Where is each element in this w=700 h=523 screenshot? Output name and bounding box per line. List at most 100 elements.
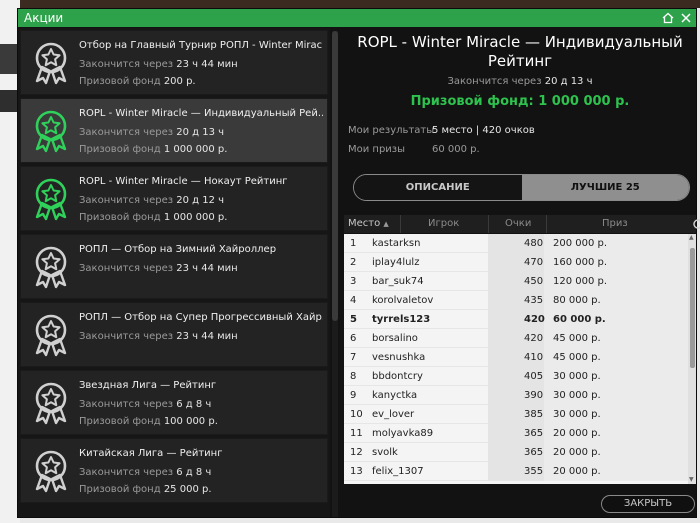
- promotion-prize: Призовой фонд 1 000 000 р.: [79, 212, 227, 223]
- tab-description[interactable]: ОПИСАНИЕ: [354, 175, 522, 200]
- my-prizes-value: 60 000 р.: [432, 144, 480, 155]
- leaderboard-header: Место ▲ Игрок Очки Приз: [344, 215, 700, 233]
- promotions-window: Акции Отбор на Главный Турнир РОПЛ - Win…: [17, 8, 700, 518]
- prize-label: Призовой фонд: [79, 212, 161, 223]
- cell-prize: 30 000 р.: [553, 390, 601, 401]
- column-separator: [488, 215, 489, 233]
- scroll-up-icon[interactable]: ▲: [689, 235, 695, 241]
- promotion-title: РОПЛ — Отбор на Супер Прогрессивный Хайр…: [79, 312, 323, 323]
- prize-value: 1 000 000 р.: [163, 212, 228, 223]
- promotion-ends: Закончится через 20 д 13 ч: [344, 76, 696, 87]
- prize-value: 100 000 р.: [163, 416, 218, 427]
- promotion-card[interactable]: РОПЛ — Отбор на Зимний Хайроллер Закончи…: [20, 234, 328, 299]
- promotion-title: ROPL - Winter Miracle — Индивидуальный Р…: [79, 108, 323, 119]
- cell-points: 410: [524, 352, 544, 363]
- scroll-down-icon[interactable]: ▼: [689, 477, 695, 483]
- window-title: Акции: [24, 11, 64, 25]
- award-ribbon-icon: [29, 245, 73, 289]
- promotion-card[interactable]: ROPL - Winter Miracle — Индивидуальный Р…: [20, 98, 328, 163]
- cell-player: felix_1307: [372, 466, 424, 477]
- my-prizes-label: Мои призы: [348, 144, 406, 155]
- cell-player: bbdontcry: [372, 371, 423, 382]
- promotion-prize: Призовой фонд 25 000 р.: [79, 484, 212, 495]
- close-icon[interactable]: [680, 12, 692, 24]
- table-row[interactable]: 4 korolvaletov 435 80 000 р.: [344, 291, 688, 310]
- close-button[interactable]: ЗАКРЫТЬ: [601, 495, 695, 513]
- prize-value: 25 000 р.: [163, 484, 212, 495]
- cell-prize: 30 000 р.: [553, 409, 601, 420]
- prize-label: Призовой фонд: [79, 484, 161, 495]
- ends-label: Закончится через: [79, 195, 174, 206]
- my-results: Мои результаты 5 место | 420 очков: [348, 125, 535, 136]
- ends-value: 6 д 8 ч: [176, 467, 212, 478]
- table-row[interactable]: 1 kastarksn 480 200 000 р.: [344, 234, 688, 253]
- column-points[interactable]: Очки: [505, 215, 531, 233]
- scrollbar-thumb[interactable]: [332, 31, 338, 321]
- award-ribbon-icon: [29, 449, 73, 493]
- cell-points: 435: [524, 295, 544, 306]
- refresh-icon[interactable]: [692, 218, 700, 230]
- column-place[interactable]: Место ▲: [348, 215, 389, 233]
- scrollbar-thumb[interactable]: [690, 248, 695, 368]
- table-row[interactable]: 13 felix_1307 355 20 000 р.: [344, 462, 688, 481]
- promotion-title: Звездная Лига — Рейтинг: [79, 380, 217, 391]
- cell-place: 5: [350, 314, 357, 325]
- leaderboard-scrollbar[interactable]: ▲ ▼: [688, 234, 696, 484]
- detail-tabs: ОПИСАНИЕ ЛУЧШИЕ 25: [353, 174, 690, 201]
- table-row[interactable]: 11 molyavka89 365 20 000 р.: [344, 424, 688, 443]
- cell-player: kastarksn: [372, 238, 421, 249]
- cell-player: tyrrels123: [372, 314, 431, 325]
- promotion-card[interactable]: РОПЛ — Отбор на Супер Прогрессивный Хайр…: [20, 302, 328, 367]
- cell-place: 3: [350, 276, 357, 287]
- ends-label: Закончится через: [79, 467, 174, 478]
- window-titlebar[interactable]: Акции: [18, 9, 696, 27]
- promotion-ends: Закончится через 20 д 13 ч: [79, 127, 224, 138]
- table-row[interactable]: 5 tyrrels123 420 60 000 р.: [344, 310, 688, 329]
- tab-top-25[interactable]: ЛУЧШИЕ 25: [521, 175, 689, 200]
- column-prize[interactable]: Приз: [602, 215, 628, 233]
- award-ribbon-icon: [29, 313, 73, 357]
- ends-label: Закончится через: [79, 263, 174, 274]
- column-separator: [546, 215, 547, 233]
- my-prizes: Мои призы 60 000 р.: [348, 144, 480, 155]
- cell-place: 2: [350, 257, 357, 268]
- cell-points: 420: [524, 314, 545, 325]
- cell-prize: 80 000 р.: [553, 295, 601, 306]
- prize-label: Призовой фонд: [79, 144, 161, 155]
- award-ribbon-icon: [29, 109, 73, 153]
- cell-prize: 45 000 р.: [553, 352, 601, 363]
- cell-points: 480: [524, 238, 544, 249]
- table-row[interactable]: 9 kanyctka 390 30 000 р.: [344, 386, 688, 405]
- promotion-prize: Призовой фонд 1 000 000 р.: [79, 144, 227, 155]
- cell-player: kanyctka: [372, 390, 418, 401]
- promotion-card[interactable]: Отбор на Главный Турнир РОПЛ - Winter Mi…: [20, 30, 328, 95]
- promotion-prize: Призовой фонд 200 р.: [79, 76, 196, 87]
- home-icon[interactable]: [662, 12, 674, 24]
- promotion-card[interactable]: ROPL - Winter Miracle — Нокаут Рейтинг З…: [20, 166, 328, 231]
- table-row[interactable]: 7 vesnushka 410 45 000 р.: [344, 348, 688, 367]
- column-place-label: Место: [348, 218, 381, 229]
- table-row[interactable]: 12 svolk 365 20 000 р.: [344, 443, 688, 462]
- ends-label: Закончится через: [79, 59, 174, 70]
- ends-label: Закончится через: [79, 127, 174, 138]
- column-separator: [400, 215, 401, 233]
- cell-place: 11: [350, 428, 363, 439]
- table-row[interactable]: 10 ev_lover 385 30 000 р.: [344, 405, 688, 424]
- column-player[interactable]: Игрок: [428, 215, 459, 233]
- table-row[interactable]: 3 bar_suk74 450 120 000 р.: [344, 272, 688, 291]
- promotion-title: Отбор на Главный Турнир РОПЛ - Winter Mi…: [79, 40, 323, 51]
- ends-value: 6 д 8 ч: [176, 399, 212, 410]
- ends-label: Закончится через: [79, 399, 174, 410]
- table-row[interactable]: 2 iplay4lulz 470 160 000 р.: [344, 253, 688, 272]
- award-ribbon-icon: [29, 41, 73, 85]
- promotion-card[interactable]: Китайская Лига — Рейтинг Закончится чере…: [20, 438, 328, 503]
- ends-value: 23 ч 44 мин: [176, 331, 238, 342]
- prize-value: 1 000 000 р.: [163, 144, 228, 155]
- table-row[interactable]: 6 borsalino 420 45 000 р.: [344, 329, 688, 348]
- promotions-list-scrollbar[interactable]: [332, 31, 338, 517]
- ends-value: 20 д 13 ч: [544, 76, 593, 87]
- table-row[interactable]: 8 bbdontcry 405 30 000 р.: [344, 367, 688, 386]
- promotion-title: РОПЛ — Отбор на Зимний Хайроллер: [79, 244, 277, 255]
- promotion-card[interactable]: Звездная Лига — Рейтинг Закончится через…: [20, 370, 328, 435]
- cell-place: 1: [350, 238, 357, 249]
